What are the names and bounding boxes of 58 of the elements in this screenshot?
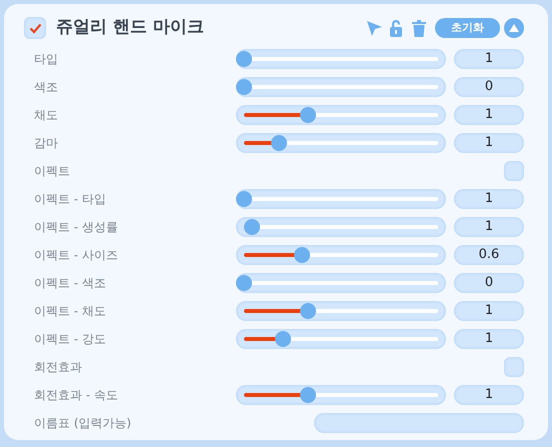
trash-icon[interactable] [412, 19, 426, 37]
row-label: 색조 [34, 79, 59, 96]
slider[interactable] [236, 77, 446, 97]
slider-thumb[interactable] [300, 303, 316, 319]
unlock-icon[interactable] [389, 19, 403, 37]
slider[interactable] [236, 273, 446, 293]
row-label: 이펙트 - 사이즈 [34, 247, 119, 264]
value-field[interactable]: 1 [454, 133, 524, 153]
row-label: 이펙트 - 생성률 [34, 219, 119, 236]
row-label: 채도 [34, 107, 59, 124]
row-label: 이펙트 - 색조 [34, 275, 107, 292]
slider-thumb[interactable] [236, 51, 252, 67]
value-field[interactable]: 0.6 [454, 245, 524, 265]
slider[interactable] [236, 105, 446, 125]
row-label: 이펙트 - 강도 [34, 331, 107, 348]
slider-thumb[interactable] [300, 387, 316, 403]
value-field[interactable]: 1 [454, 329, 524, 349]
slider-thumb[interactable] [270, 135, 287, 151]
row-label: 회전효과 - 속도 [34, 387, 119, 404]
checkbox[interactable] [504, 357, 524, 377]
slider[interactable] [236, 301, 446, 321]
slider-thumb[interactable] [236, 275, 252, 291]
value-field[interactable]: 0 [454, 273, 524, 293]
row-label: 회전효과 [34, 359, 83, 376]
slider[interactable] [236, 133, 446, 153]
slider[interactable] [236, 189, 446, 209]
row-label: 감마 [34, 135, 59, 152]
slider[interactable] [236, 329, 446, 349]
value-field[interactable]: 1 [454, 301, 524, 321]
slider-thumb[interactable] [236, 191, 252, 207]
slider[interactable] [236, 385, 446, 405]
row-label: 이펙트 - 타입 [34, 191, 107, 208]
cursor-arrow-icon[interactable] [365, 19, 383, 37]
value-field[interactable]: 1 [454, 49, 524, 69]
value-field[interactable]: 1 [454, 189, 524, 209]
checkbox[interactable] [504, 161, 524, 181]
input-field[interactable] [314, 413, 524, 433]
slider-thumb[interactable] [274, 331, 291, 347]
row-label: 이펙트 - 채도 [34, 303, 107, 320]
slider[interactable] [236, 245, 446, 265]
collapse-button[interactable] [504, 18, 524, 38]
slider-thumb[interactable] [236, 79, 252, 95]
value-field[interactable]: 0 [454, 77, 524, 97]
up-triangle-icon [509, 24, 519, 32]
value-field[interactable]: 1 [454, 217, 524, 237]
panel-title: 쥬얼리 핸드 마이크 [56, 16, 204, 40]
value-field[interactable]: 1 [454, 105, 524, 125]
slider-thumb[interactable] [300, 107, 316, 123]
slider[interactable] [236, 49, 446, 69]
value-field[interactable]: 1 [454, 385, 524, 405]
slider-thumb[interactable] [294, 247, 310, 263]
checkmark-icon [28, 22, 42, 34]
slider-thumb[interactable] [244, 219, 260, 235]
slider[interactable] [236, 217, 446, 237]
checkbox[interactable] [24, 17, 46, 39]
row-label: 이름표 (입력가능) [34, 415, 132, 432]
row-label: 이펙트 [34, 163, 71, 180]
row-label: 타입 [34, 51, 59, 68]
